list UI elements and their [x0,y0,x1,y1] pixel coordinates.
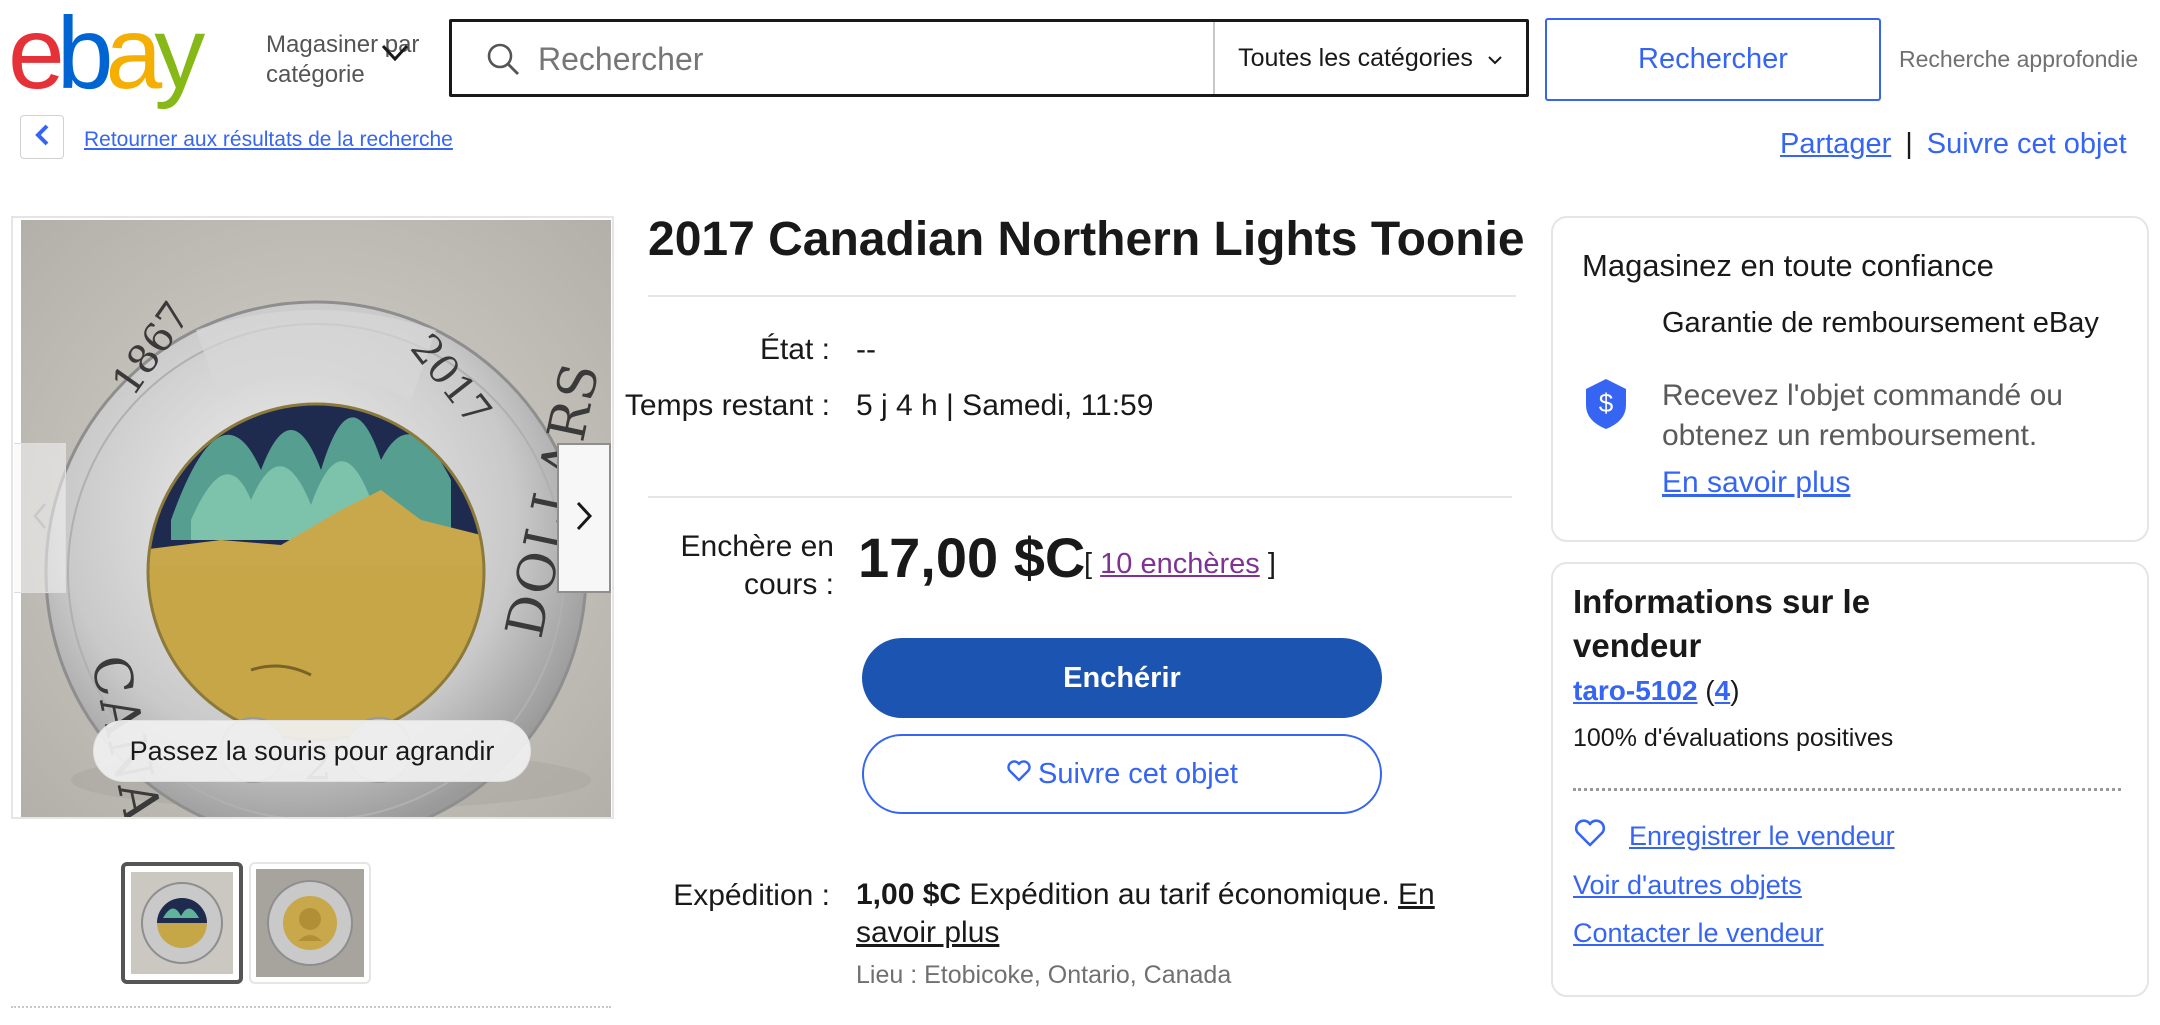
divider [648,295,1516,297]
category-select[interactable]: Toutes les catégories [1215,22,1526,94]
time-left-value: 5 j 4 h | Samedi, 11:59 [856,389,1154,422]
shipping-label: Expédition : [673,879,830,912]
top-actions: Partager | Suivre cet objet [1780,128,2127,161]
search-button[interactable]: Rechercher [1545,18,1881,101]
chevron-left-icon [31,501,49,536]
zoom-hint: Passez la souris pour agrandir [93,720,531,782]
positive-feedback: 100% d'évaluations positives [1573,724,1894,752]
condition-value: -- [856,333,876,366]
time-left-label: Temps restant : [600,387,830,425]
seller-card-title: Informations sur le vendeur [1573,583,1871,664]
back-button[interactable] [20,115,64,159]
shipping-method: Expédition au tarif économique. [969,878,1390,911]
heart-icon [1006,758,1032,791]
shield-dollar-icon: $ [1583,377,1629,436]
thumbnail-2[interactable] [249,862,371,984]
logo-letter-e: e [8,10,61,110]
chevron-down-icon [1487,44,1503,73]
shipping-details: 1,00 $C Expédition au tarif économique. … [856,876,1476,952]
heart-icon [1573,818,1607,855]
bracket-open: [ [1084,548,1093,580]
money-back-guarantee-text: Recevez l'objet commandé ou obtenez un r… [1662,379,2063,452]
trust-card-title: Magasinez en toute confiance [1582,248,1994,283]
search-button-label: Rechercher [1638,43,1788,75]
svg-text:$: $ [1599,388,1614,418]
watch-item-button[interactable]: Suivre cet objet [862,734,1382,814]
share-link[interactable]: Partager [1780,128,1891,160]
guarantee-learn-more-link[interactable]: En savoir plus [1662,466,1850,500]
search-icon [486,42,520,81]
place-bid-label: Enchérir [1063,661,1181,694]
shop-by-category-button[interactable]: Magasiner par catégorie [266,30,446,90]
bid-count: [ 10 enchères ] [1084,548,1276,581]
next-image-button[interactable] [557,443,611,593]
search-bar: Toutes les catégories [449,19,1540,97]
bracket-close: ] [1267,548,1276,580]
seller-divider [1573,788,2121,791]
chevron-down-icon[interactable] [380,42,410,69]
current-bid-label-text: Enchère en cours : [680,530,834,601]
time-left-label-text: Temps restant : [624,389,830,422]
paren-open: ( [1705,675,1715,706]
category-select-label: Toutes les catégories [1238,43,1473,72]
chevron-right-icon [574,500,594,537]
gallery-divider [11,1006,611,1008]
contact-seller-link[interactable]: Contacter le vendeur [1573,918,1824,949]
ebay-logo[interactable]: ebay [8,0,248,110]
chevron-left-icon [32,123,52,152]
paren-close: ) [1730,675,1740,706]
item-title: 2017 Canadian Northern Lights Toonie [648,213,1525,266]
item-location: Lieu : Etobicoke, Ontario, Canada [856,961,1232,989]
logo-letter-b: b [57,10,110,110]
feedback-count-link[interactable]: 4 [1715,675,1731,706]
seller-name-link[interactable]: taro-5102 [1573,675,1698,706]
bid-history-link[interactable]: 10 enchères [1100,548,1260,580]
see-other-items-link[interactable]: Voir d'autres objets [1573,870,1802,901]
seller-name-row: taro-5102 (4) [1573,675,1740,707]
advanced-search-link[interactable]: Recherche approfondie [1899,46,2138,73]
save-seller-button[interactable]: Enregistrer le vendeur [1573,818,1895,855]
place-bid-button[interactable]: Enchérir [862,638,1382,718]
separator: | [1905,128,1913,160]
logo-letter-y: y [154,10,205,110]
back-to-results-link[interactable]: Retourner aux résultats de la recherche [84,128,453,152]
divider [648,496,1512,498]
svg-text:ebay: ebay [8,10,205,110]
watch-item-label: Suivre cet objet [1038,757,1238,790]
condition-label: État : [759,333,830,366]
save-seller-link[interactable]: Enregistrer le vendeur [1629,821,1895,852]
current-bid-label: Enchère en cours : [604,528,834,604]
thumbnail-1[interactable] [121,862,243,984]
shipping-price: 1,00 $C [856,878,962,911]
watch-link[interactable]: Suivre cet objet [1927,128,2127,160]
current-price: 17,00 $C [858,526,1086,589]
money-back-guarantee-title: Garantie de remboursement eBay [1662,307,2099,339]
previous-image-button[interactable] [14,443,66,593]
